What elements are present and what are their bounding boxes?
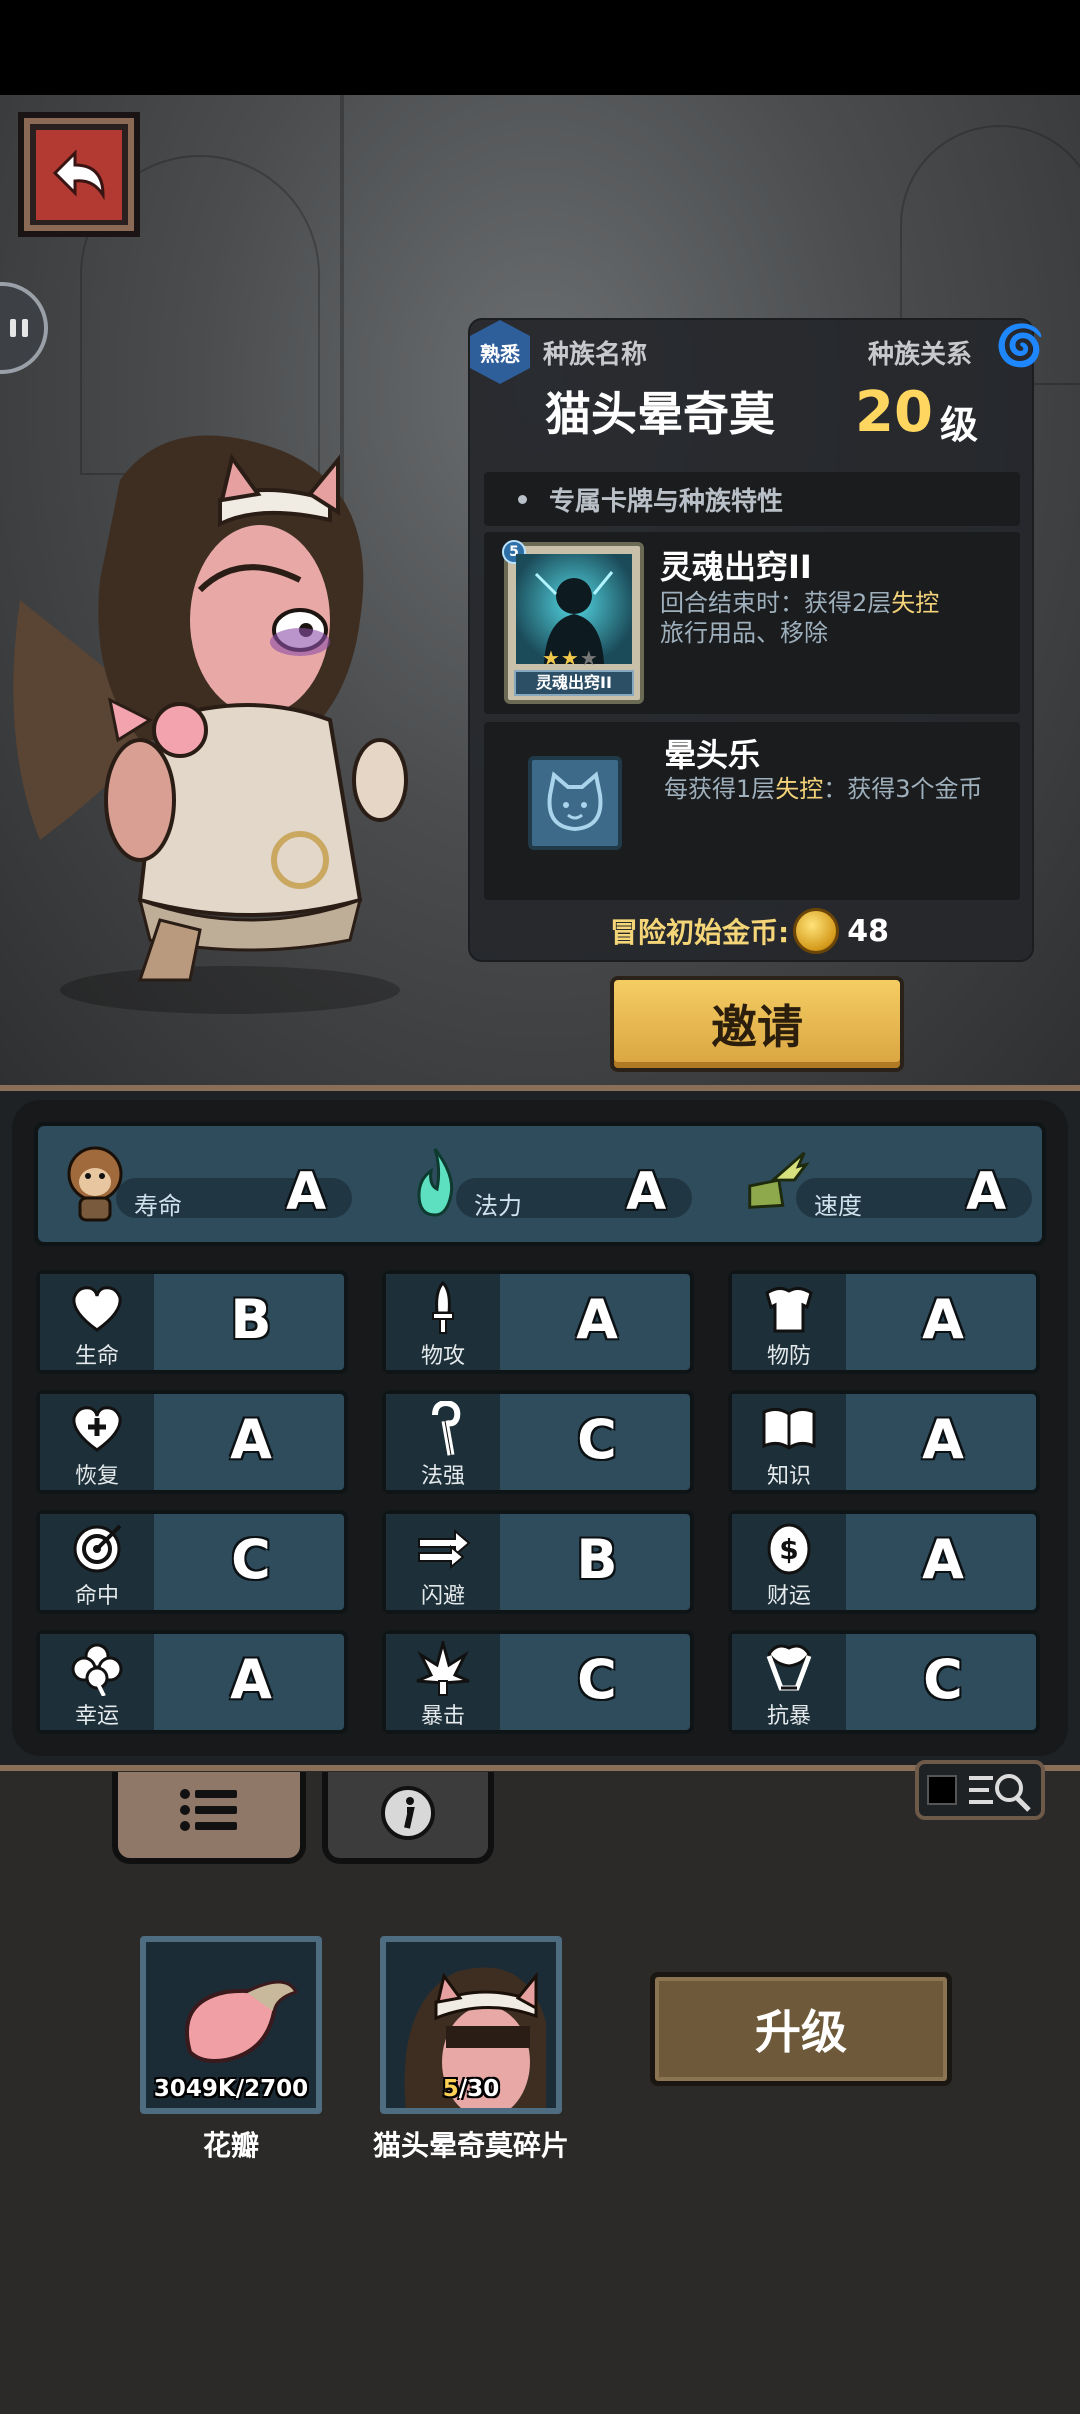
character-illustration: [13, 435, 408, 1014]
book-icon: [760, 1402, 818, 1456]
petal-icon: [184, 1980, 299, 2063]
stat-physical-defense[interactable]: 物防 A: [728, 1270, 1040, 1374]
back-arrow-icon: [52, 149, 105, 201]
race-level-unit: 级: [940, 403, 979, 447]
gold-coin-icon: [793, 908, 840, 954]
black-square-icon: [927, 1775, 957, 1805]
top-stat-mana[interactable]: 法力 A: [400, 1140, 700, 1230]
invite-button[interactable]: 邀请: [610, 976, 904, 1072]
race-name: 猫头晕奇莫: [545, 387, 775, 441]
top-stat-speed[interactable]: 速度 A: [740, 1140, 1040, 1230]
crit-burst-icon: [414, 1641, 472, 1696]
winged-boot-icon: [740, 1140, 810, 1224]
armor-icon: [760, 1282, 818, 1336]
target-icon: [68, 1522, 126, 1576]
trait-description: 每获得1层失控：获得3个金币: [664, 775, 983, 803]
status-bar: [0, 0, 1080, 95]
back-button[interactable]: [18, 112, 140, 237]
race-level: 20: [855, 380, 933, 445]
race-name-label: 种族名称: [543, 340, 648, 370]
coin-icon: $: [760, 1522, 818, 1576]
clover-icon: [68, 1642, 126, 1696]
traits-section-header: 专属卡牌与种族特性: [484, 472, 1020, 526]
petal-label: 花瓣: [202, 2129, 259, 2162]
card-caption: 灵魂出窍II: [514, 670, 634, 696]
bullet-icon: [518, 494, 527, 504]
tab-list[interactable]: [112, 1772, 306, 1864]
fragment-item[interactable]: 5/30: [380, 1936, 562, 2114]
stat-crit-resist[interactable]: 抗暴 C: [728, 1630, 1040, 1734]
upgrade-button[interactable]: 升级: [650, 1972, 952, 2086]
info-icon: [328, 1784, 488, 1846]
stat-knowledge[interactable]: 知识 A: [728, 1390, 1040, 1494]
stat-accuracy[interactable]: 命中 C: [36, 1510, 348, 1614]
svg-text:$: $: [779, 1533, 798, 1566]
cat-face-icon: [528, 756, 622, 850]
stat-luck[interactable]: 幸运 A: [36, 1630, 348, 1734]
card-description: 回合结束时：获得2层失控 旅行用品、移除: [660, 589, 940, 647]
fragment-label: 猫头晕奇莫碎片: [372, 2129, 569, 2162]
list-search-icon: [969, 1774, 1031, 1812]
shield-flower-icon: [760, 1642, 818, 1696]
sword-icon: [414, 1281, 472, 1336]
starting-gold: 冒险初始金币: 48: [610, 908, 889, 954]
exclusive-card[interactable]: 5 ★★★ 灵魂出窍II: [502, 540, 644, 704]
stat-fortune[interactable]: $ 财运 A: [728, 1510, 1040, 1614]
list-icon: [118, 1784, 300, 1840]
heart-icon: [68, 1282, 126, 1336]
stat-recovery[interactable]: 恢复 A: [36, 1390, 348, 1494]
legend-search-button[interactable]: [915, 1760, 1045, 1820]
staff-icon: [414, 1401, 472, 1456]
stat-evasion[interactable]: 闪避 B: [382, 1510, 694, 1614]
petal-item[interactable]: 3049K/2700: [140, 1936, 322, 2114]
stat-physical-attack[interactable]: 物攻 A: [382, 1270, 694, 1374]
race-relation-label[interactable]: 种族关系: [868, 334, 972, 371]
stat-magic-power[interactable]: 法强 C: [382, 1390, 694, 1494]
heart-plus-icon: [68, 1402, 126, 1456]
stat-critical[interactable]: 暴击 C: [382, 1630, 694, 1734]
familiar-badge: 熟悉: [470, 320, 530, 384]
top-stat-lifespan[interactable]: 寿命 A: [60, 1140, 360, 1230]
stat-hp[interactable]: 生命 B: [36, 1270, 348, 1374]
trait-title: 晕头乐: [664, 736, 761, 774]
card-stars: ★★★: [542, 646, 599, 670]
flame-icon: [400, 1140, 470, 1224]
monkey-head-icon: [60, 1140, 130, 1224]
petal-quantity: 3049K/2700: [153, 2076, 309, 2102]
fragment-quantity: 5/30: [442, 2076, 500, 2102]
tab-info[interactable]: [322, 1772, 494, 1864]
card-title: 灵魂出窍II: [660, 548, 812, 586]
dash-arrows-icon: [414, 1522, 472, 1576]
swirl-icon: 🌀: [995, 323, 1045, 369]
